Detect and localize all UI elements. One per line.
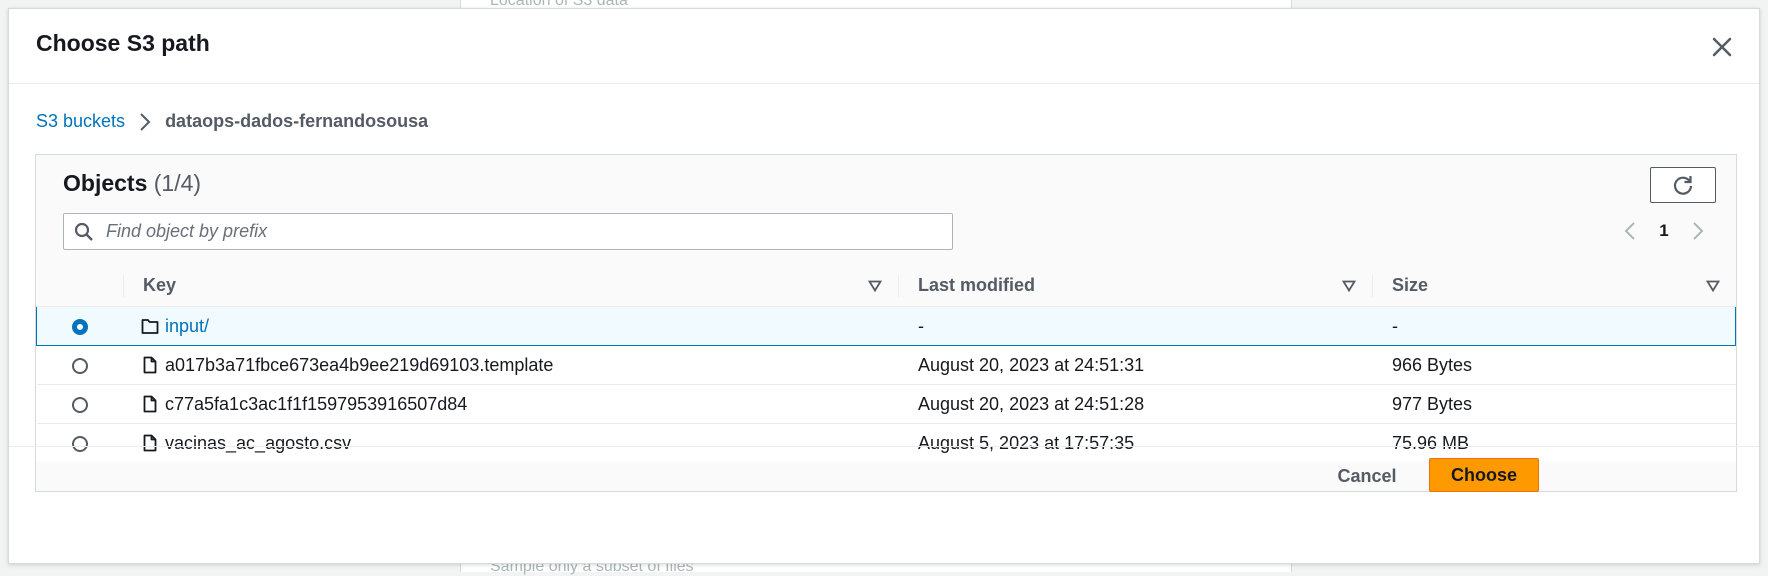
- key-cell: input/: [123, 306, 898, 346]
- chevron-left-icon: [1624, 222, 1635, 240]
- row-radio[interactable]: [71, 396, 88, 413]
- pagination: 1: [1616, 217, 1712, 245]
- chevron-right-icon: [139, 112, 151, 132]
- row-radio[interactable]: [71, 357, 88, 374]
- column-divider: [1372, 275, 1373, 297]
- row-select-cell: [36, 306, 123, 346]
- search-box: [63, 213, 953, 250]
- previous-page-button[interactable]: [1616, 217, 1644, 245]
- size-cell: 966 Bytes: [1372, 345, 1736, 385]
- column-header-key[interactable]: Key: [123, 265, 898, 307]
- modal-header: Choose S3 path: [9, 9, 1759, 84]
- table-header-row: Key Last modified Size: [36, 265, 1736, 307]
- objects-header: Objects (1/4) 1: [36, 155, 1736, 275]
- folder-icon: [141, 317, 159, 335]
- sort-caret-down-icon[interactable]: [868, 280, 882, 292]
- search-icon: [74, 222, 94, 242]
- column-header-size-label: Size: [1392, 275, 1429, 295]
- objects-title: Objects (1/4): [63, 170, 201, 197]
- row-select-cell: [36, 384, 123, 424]
- column-header-last-modified[interactable]: Last modified: [898, 265, 1372, 307]
- column-divider: [123, 275, 124, 297]
- modal-footer: Cancel Choose: [9, 446, 1759, 563]
- breadcrumb-current-bucket: dataops-dados-fernandosousa: [165, 111, 429, 131]
- column-divider: [898, 275, 899, 297]
- key-cell: a017b3a71fbce673ea4b9ee219d69103.templat…: [123, 345, 898, 385]
- last-modified-cell: -: [898, 306, 1372, 346]
- size-cell: 977 Bytes: [1372, 384, 1736, 424]
- close-icon: [1712, 37, 1732, 57]
- select-column-header: [36, 265, 123, 307]
- close-button[interactable]: [1707, 32, 1737, 62]
- refresh-button[interactable]: [1650, 167, 1716, 203]
- column-header-size[interactable]: Size: [1372, 265, 1736, 307]
- choose-button[interactable]: Choose: [1429, 458, 1539, 492]
- cancel-button[interactable]: Cancel: [1322, 459, 1412, 493]
- last-modified-cell: August 20, 2023 at 24:51:31: [898, 345, 1372, 385]
- key-cell: c77a5fa1c3ac1f1f1597953916507d84: [123, 384, 898, 424]
- folder-link-input[interactable]: input/: [165, 316, 209, 337]
- file-icon: [141, 356, 159, 374]
- file-name: a017b3a71fbce673ea4b9ee219d69103.templat…: [165, 354, 554, 375]
- file-icon: [141, 395, 159, 413]
- objects-table: Key Last modified Size input/ - - a017b3…: [36, 265, 1736, 462]
- column-header-key-label: Key: [143, 275, 177, 295]
- table-row[interactable]: c77a5fa1c3ac1f1f1597953916507d84 August …: [36, 384, 1736, 424]
- objects-container: Objects (1/4) 1: [35, 154, 1737, 492]
- column-header-last-modified-label: Last modified: [918, 275, 1036, 295]
- row-radio-selected[interactable]: [72, 318, 88, 335]
- table-row[interactable]: input/ - -: [36, 306, 1736, 346]
- row-select-cell: [36, 345, 123, 385]
- chevron-right-icon: [1693, 222, 1704, 240]
- breadcrumb: S3 buckets dataops-dados-fernandosousa: [36, 111, 428, 132]
- refresh-icon: [1673, 176, 1693, 195]
- current-page-number[interactable]: 1: [1644, 221, 1684, 241]
- modal-title: Choose S3 path: [36, 30, 210, 56]
- table-row[interactable]: a017b3a71fbce673ea4b9ee219d69103.templat…: [36, 345, 1736, 385]
- search-input[interactable]: [104, 220, 928, 243]
- next-page-button[interactable]: [1684, 217, 1712, 245]
- last-modified-cell: August 20, 2023 at 24:51:28: [898, 384, 1372, 424]
- size-cell: -: [1372, 306, 1736, 346]
- sort-caret-down-icon[interactable]: [1705, 280, 1720, 292]
- objects-title-text: Objects: [63, 170, 148, 196]
- file-name: c77a5fa1c3ac1f1f1597953916507d84: [165, 393, 468, 414]
- breadcrumb-s3-buckets-link[interactable]: S3 buckets: [36, 111, 125, 132]
- sort-caret-down-icon[interactable]: [1342, 280, 1356, 292]
- objects-count: (1/4): [153, 170, 202, 196]
- choose-s3-path-modal: Choose S3 path S3 buckets dataops-dados-…: [8, 8, 1760, 564]
